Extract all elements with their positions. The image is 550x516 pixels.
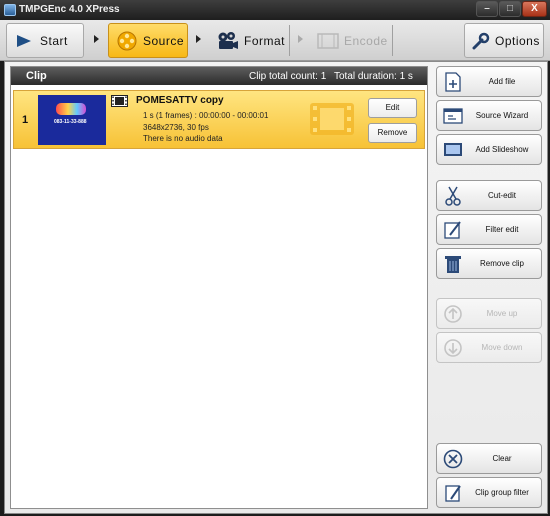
film-icon	[111, 95, 128, 107]
clip-audio-status: There is no audio data	[143, 134, 223, 143]
source-label: Source	[143, 33, 185, 48]
options-button[interactable]: Options	[464, 23, 544, 58]
encode-label: Encode	[344, 33, 388, 48]
clip-group-filter-label: Clip group filter	[475, 488, 529, 497]
main-area: Clip Clip total count: 1 Total duration:…	[4, 61, 548, 514]
move-up-label: Move up	[486, 309, 518, 318]
start-label: Start	[40, 33, 68, 48]
format-label: Format	[244, 33, 286, 48]
arrow-down-circle-icon	[444, 339, 462, 357]
clip-header-title: Clip	[26, 70, 47, 82]
step-arrow-icon	[298, 35, 303, 43]
clip-thumbnail: 083-11-33-888	[38, 95, 106, 145]
clip-list-panel: Clip Clip total count: 1 Total duration:…	[10, 66, 428, 509]
main-toolbar: Start Source Format Encode Options	[0, 20, 550, 61]
step-arrow-icon	[94, 35, 99, 43]
minimize-button[interactable]: –	[476, 1, 498, 17]
clear-x-circle-icon	[443, 449, 463, 469]
wizard-window-icon	[443, 108, 463, 124]
video-clip-watermark-icon	[310, 103, 354, 135]
clip-name: POMESATTV copy	[136, 95, 224, 106]
toolbar-divider	[289, 25, 290, 56]
window-title: TMPGEnc 4.0 XPress	[19, 4, 120, 15]
clip-duration: 1 s (1 frames) : 00:00:00 - 00:00:01	[143, 111, 269, 120]
arrow-up-circle-icon	[444, 305, 462, 323]
source-tab[interactable]: Source	[108, 23, 188, 58]
encode-tab[interactable]: Encode	[312, 23, 392, 58]
clip-index: 1	[22, 114, 29, 126]
maximize-button[interactable]: □	[499, 1, 521, 17]
play-icon	[17, 34, 31, 47]
move-up-button[interactable]: Move up	[436, 298, 542, 329]
filter-edit-label: Filter edit	[485, 225, 519, 234]
slideshow-icon	[444, 143, 462, 156]
filter-edit-button[interactable]: Filter edit	[436, 214, 542, 245]
add-slideshow-button[interactable]: Add Slideshow	[436, 134, 542, 165]
trash-icon	[445, 256, 461, 273]
clip-list-item[interactable]: 1 083-11-33-888 POMESATTV copy 1 s (1 fr…	[13, 90, 425, 149]
clip-group-filter-button[interactable]: Clip group filter	[436, 477, 542, 508]
clip-list-header: Clip Clip total count: 1 Total duration:…	[11, 67, 427, 85]
filter-edit-icon	[444, 221, 461, 239]
close-button[interactable]: X	[522, 1, 547, 17]
wrench-icon	[472, 32, 490, 49]
clip-remove-button[interactable]: Remove	[368, 123, 417, 143]
remove-clip-label: Remove clip	[479, 259, 524, 268]
clear-button[interactable]: Clear	[436, 443, 542, 474]
step-arrow-icon	[196, 35, 201, 43]
move-down-button[interactable]: Move down	[436, 332, 542, 363]
group-filter-icon	[445, 485, 461, 502]
clear-label: Clear	[492, 454, 512, 463]
toolbar-divider	[392, 25, 393, 56]
clip-total-duration: Total duration: 1 s	[334, 71, 413, 82]
source-wizard-label: Source Wizard	[475, 111, 529, 120]
clip-total-count: Clip total count: 1	[249, 71, 327, 82]
options-label: Options	[495, 33, 540, 48]
film-reel-icon	[117, 31, 137, 50]
add-file-button[interactable]: Add file	[436, 66, 542, 97]
cut-edit-button[interactable]: Cut-edit	[436, 180, 542, 211]
add-file-icon	[445, 72, 461, 92]
thumbnail-text: 083-11-33-888	[54, 119, 87, 125]
format-tab[interactable]: Format	[210, 23, 288, 58]
filmstrip-icon	[317, 32, 339, 49]
remove-clip-button[interactable]: Remove clip	[436, 248, 542, 279]
move-down-label: Move down	[481, 343, 523, 352]
scissors-icon	[445, 186, 461, 206]
source-wizard-button[interactable]: Source Wizard	[436, 100, 542, 131]
add-slideshow-label: Add Slideshow	[475, 145, 529, 154]
thumbnail-logo	[56, 103, 86, 115]
clip-edit-button[interactable]: Edit	[368, 98, 417, 118]
add-file-label: Add file	[488, 77, 516, 86]
clip-resolution: 3648x2736, 30 fps	[143, 123, 209, 132]
cut-edit-label: Cut-edit	[487, 191, 516, 200]
start-button[interactable]: Start	[6, 23, 84, 58]
app-icon	[4, 4, 16, 16]
film-camera-icon	[218, 31, 238, 49]
title-bar: TMPGEnc 4.0 XPress – □ X	[0, 0, 550, 20]
